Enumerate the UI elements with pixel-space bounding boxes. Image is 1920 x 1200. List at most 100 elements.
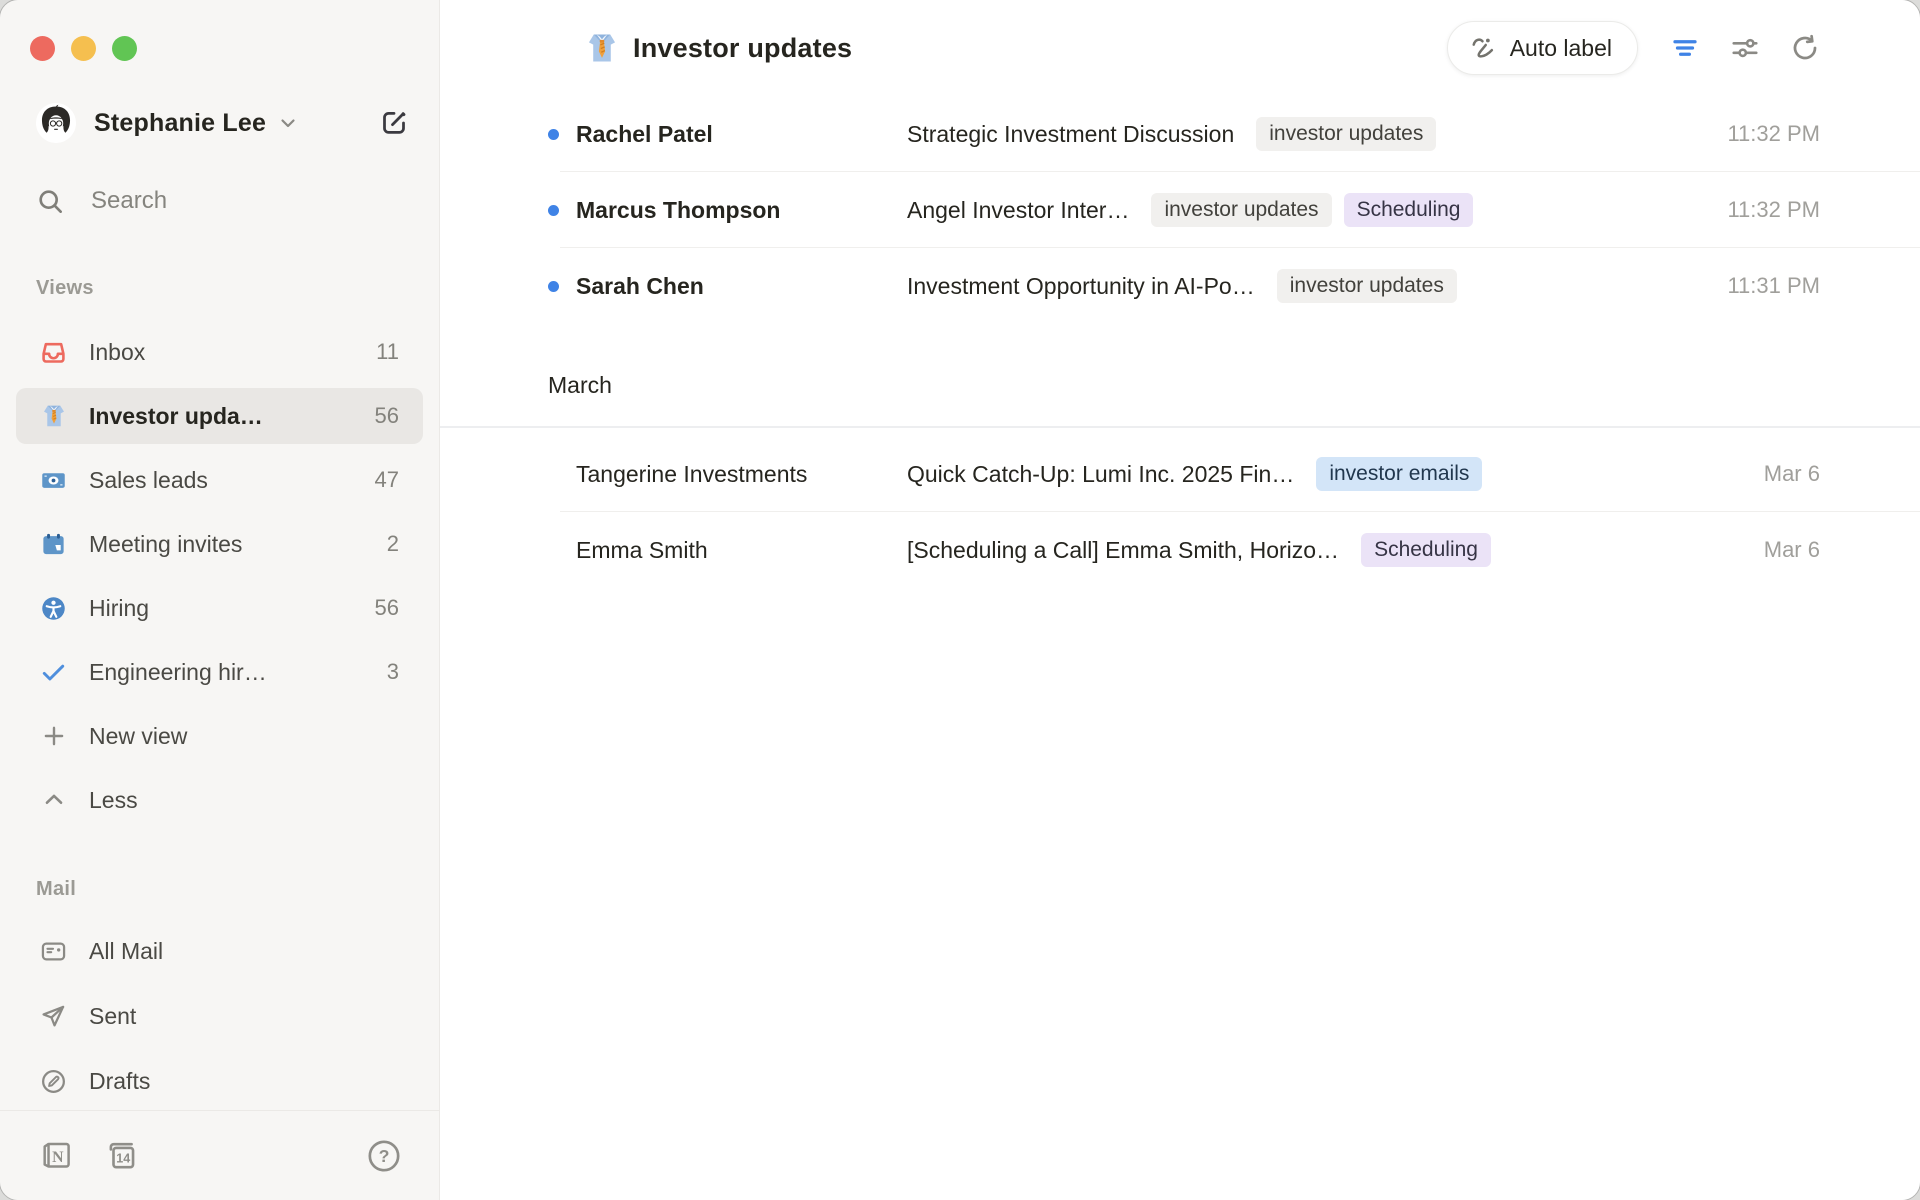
notion-icon[interactable]: N bbox=[40, 1139, 73, 1172]
unread-count: 3 bbox=[387, 659, 399, 685]
email-subject: [Scheduling a Call] Emma Smith, Horizo… bbox=[907, 537, 1339, 564]
inbox-tray-icon bbox=[40, 339, 67, 366]
unread-count: 47 bbox=[375, 467, 399, 493]
account-switcher[interactable]: Stephanie Lee bbox=[16, 101, 423, 145]
auto-label-button[interactable]: Auto label bbox=[1447, 21, 1638, 75]
accessibility-icon bbox=[40, 595, 67, 622]
sidebar-item-label: Drafts bbox=[89, 1068, 150, 1095]
filter-icon[interactable] bbox=[1670, 33, 1700, 63]
checkmark-icon bbox=[40, 659, 67, 686]
email-time: 11:31 PM bbox=[1727, 273, 1820, 299]
unread-count: 11 bbox=[376, 339, 399, 365]
plus-icon bbox=[40, 723, 67, 750]
email-row[interactable]: Emma Smith [Scheduling a Call] Emma Smit… bbox=[440, 512, 1920, 588]
avatar bbox=[36, 103, 76, 143]
label-chip[interactable]: investor updates bbox=[1256, 117, 1436, 151]
user-name: Stephanie Lee bbox=[94, 109, 266, 138]
email-subject: Investment Opportunity in AI-Po… bbox=[907, 273, 1255, 300]
email-time: Mar 6 bbox=[1764, 537, 1820, 563]
email-subject: Quick Catch-Up: Lumi Inc. 2025 Fin… bbox=[907, 461, 1294, 488]
sidebar-item-sales-leads[interactable]: Sales leads 47 bbox=[16, 452, 423, 508]
auto-label-icon bbox=[1468, 33, 1498, 63]
sidebar-item-hiring[interactable]: Hiring 56 bbox=[16, 580, 423, 636]
draft-icon bbox=[40, 1068, 67, 1095]
page-title: Investor updates bbox=[633, 33, 852, 64]
compose-icon[interactable] bbox=[377, 106, 411, 140]
email-sender: Sarah Chen bbox=[576, 273, 907, 300]
necktie-icon bbox=[40, 403, 67, 430]
email-time: Mar 6 bbox=[1764, 461, 1820, 487]
email-sender: Emma Smith bbox=[576, 537, 907, 564]
label-chip[interactable]: investor emails bbox=[1316, 457, 1482, 491]
display-settings-icon[interactable] bbox=[1730, 33, 1760, 63]
sidebar-item-label: Hiring bbox=[89, 595, 149, 622]
unread-dot bbox=[548, 129, 559, 140]
chevron-up-icon bbox=[40, 787, 67, 814]
email-time: 11:32 PM bbox=[1727, 197, 1820, 223]
minimize-window-button[interactable] bbox=[71, 36, 96, 61]
email-sender: Tangerine Investments bbox=[576, 461, 907, 488]
sidebar-item-label: Meeting invites bbox=[89, 531, 242, 558]
calendar-icon bbox=[40, 531, 67, 558]
sidebar-item-drafts[interactable]: Drafts bbox=[16, 1053, 423, 1109]
email-row[interactable]: Marcus Thompson Angel Investor Inter… in… bbox=[440, 172, 1920, 248]
unread-dot bbox=[548, 205, 559, 216]
march-rows: Tangerine Investments Quick Catch-Up: Lu… bbox=[440, 428, 1920, 588]
chevron-down-icon bbox=[276, 111, 300, 135]
email-time: 11:32 PM bbox=[1727, 121, 1820, 147]
email-sender: Rachel Patel bbox=[576, 121, 907, 148]
date-section-header: March bbox=[440, 324, 1920, 428]
mail-list: All Mail Sent Drafts bbox=[16, 923, 423, 1109]
sidebar-item-label: Sales leads bbox=[89, 467, 208, 494]
window-controls bbox=[30, 36, 439, 61]
all-mail-icon bbox=[40, 938, 67, 965]
search-label: Search bbox=[91, 187, 167, 215]
sidebar: Stephanie Lee Search Vie bbox=[0, 0, 440, 1200]
email-row[interactable]: Rachel Patel Strategic Investment Discus… bbox=[440, 96, 1920, 172]
label-chip[interactable]: investor updates bbox=[1151, 193, 1331, 227]
zoom-window-button[interactable] bbox=[112, 36, 137, 61]
sidebar-item-investor-updates[interactable]: Investor upda… 56 bbox=[16, 388, 423, 444]
sidebar-item-label: Engineering hir… bbox=[89, 659, 267, 686]
show-less-label: Less bbox=[89, 787, 138, 814]
close-window-button[interactable] bbox=[30, 36, 55, 61]
help-icon[interactable]: ? bbox=[367, 1139, 401, 1173]
send-icon bbox=[40, 1003, 67, 1030]
unread-count: 56 bbox=[375, 595, 399, 621]
label-chip[interactable]: Scheduling bbox=[1361, 533, 1491, 567]
sidebar-item-engineering-hiring[interactable]: Engineering hir… 3 bbox=[16, 644, 423, 700]
email-row[interactable]: Tangerine Investments Quick Catch-Up: Lu… bbox=[440, 436, 1920, 512]
view-header: Investor updates Auto label bbox=[440, 0, 1920, 96]
notion-calendar-icon[interactable]: 14 bbox=[103, 1138, 138, 1173]
sidebar-item-label: Sent bbox=[89, 1003, 136, 1030]
new-view-label: New view bbox=[89, 723, 187, 750]
svg-text:?: ? bbox=[379, 1146, 390, 1166]
unread-count: 2 bbox=[387, 531, 399, 557]
svg-text:N: N bbox=[52, 1149, 64, 1166]
search-icon bbox=[36, 187, 65, 216]
unread-count: 56 bbox=[375, 403, 399, 429]
sidebar-item-label: All Mail bbox=[89, 938, 163, 965]
label-chip[interactable]: investor updates bbox=[1277, 269, 1457, 303]
sidebar-item-sent[interactable]: Sent bbox=[16, 988, 423, 1044]
necktie-icon bbox=[585, 31, 619, 65]
sidebar-item-label: Inbox bbox=[89, 339, 145, 366]
email-subject: Strategic Investment Discussion bbox=[907, 121, 1234, 148]
new-view-button[interactable]: New view bbox=[16, 708, 423, 764]
search-button[interactable]: Search bbox=[0, 185, 439, 217]
date-section-label: March bbox=[548, 372, 612, 399]
email-sender: Marcus Thompson bbox=[576, 197, 907, 224]
sidebar-item-meeting-invites[interactable]: Meeting invites 2 bbox=[16, 516, 423, 572]
header-actions bbox=[1670, 33, 1820, 63]
email-row[interactable]: Sarah Chen Investment Opportunity in AI-… bbox=[440, 248, 1920, 324]
unread-dot bbox=[548, 281, 559, 292]
show-less-button[interactable]: Less bbox=[16, 772, 423, 828]
mail-section-label: Mail bbox=[36, 878, 439, 901]
email-subject: Angel Investor Inter… bbox=[907, 197, 1129, 224]
refresh-icon[interactable] bbox=[1790, 33, 1820, 63]
label-chip[interactable]: Scheduling bbox=[1344, 193, 1474, 227]
sidebar-item-inbox[interactable]: Inbox 11 bbox=[16, 324, 423, 380]
sidebar-item-all-mail[interactable]: All Mail bbox=[16, 923, 423, 979]
banknote-icon bbox=[40, 467, 67, 494]
views-list: Inbox 11 Investor upda… 56 bbox=[16, 324, 423, 828]
